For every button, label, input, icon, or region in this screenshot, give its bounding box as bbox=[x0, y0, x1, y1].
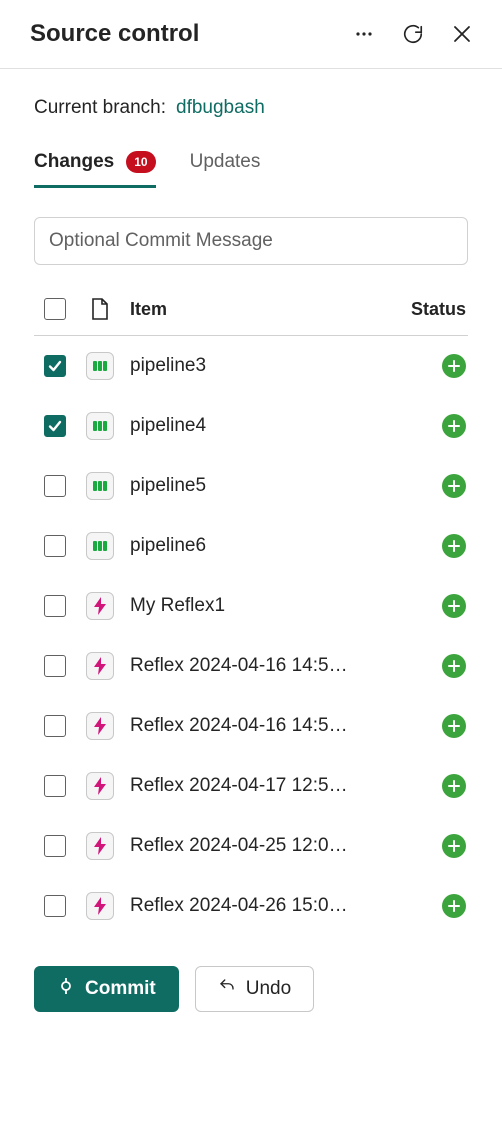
item-name: Reflex 2024-04-16 14:5… bbox=[124, 655, 402, 677]
row-checkbox[interactable] bbox=[44, 355, 66, 377]
table-row: Reflex 2024-04-26 15:0… bbox=[34, 876, 468, 936]
table-row: My Reflex1 bbox=[34, 576, 468, 636]
status-added-icon bbox=[442, 354, 466, 378]
status-added-icon bbox=[442, 774, 466, 798]
row-checkbox[interactable] bbox=[44, 595, 66, 617]
pipeline-icon bbox=[86, 472, 114, 500]
tab-updates[interactable]: Updates bbox=[190, 147, 261, 188]
undo-button-label: Undo bbox=[246, 978, 291, 1000]
status-added-icon bbox=[442, 894, 466, 918]
item-name: Reflex 2024-04-25 12:0… bbox=[124, 835, 402, 857]
pipeline-icon bbox=[86, 412, 114, 440]
header-actions bbox=[354, 23, 472, 45]
tabs: Changes 10 Updates bbox=[34, 147, 468, 189]
items-list: pipeline3 pipeline4 pipeline5 pipeline6 My R… bbox=[34, 336, 468, 936]
table-row: pipeline4 bbox=[34, 396, 468, 456]
item-name: pipeline5 bbox=[124, 475, 402, 497]
commit-button[interactable]: Commit bbox=[34, 966, 179, 1012]
more-icon[interactable] bbox=[354, 24, 374, 44]
reflex-icon bbox=[86, 652, 114, 680]
row-checkbox[interactable] bbox=[44, 775, 66, 797]
column-status-header: Status bbox=[402, 299, 468, 320]
item-name: pipeline4 bbox=[124, 415, 402, 437]
status-added-icon bbox=[442, 474, 466, 498]
item-name: pipeline3 bbox=[124, 355, 402, 377]
branch-name[interactable]: dfbugbash bbox=[176, 97, 265, 119]
status-added-icon bbox=[442, 594, 466, 618]
footer-actions: Commit Undo bbox=[34, 966, 468, 1012]
panel-header: Source control bbox=[0, 0, 502, 69]
table-row: pipeline5 bbox=[34, 456, 468, 516]
undo-button[interactable]: Undo bbox=[195, 966, 314, 1012]
row-checkbox[interactable] bbox=[44, 895, 66, 917]
tab-changes-label: Changes bbox=[34, 151, 114, 173]
commit-icon bbox=[57, 977, 75, 1001]
table-row: Reflex 2024-04-16 14:5… bbox=[34, 696, 468, 756]
row-checkbox[interactable] bbox=[44, 475, 66, 497]
tab-changes[interactable]: Changes 10 bbox=[34, 147, 156, 188]
item-name: My Reflex1 bbox=[124, 595, 402, 617]
reflex-icon bbox=[86, 712, 114, 740]
panel-title: Source control bbox=[30, 20, 354, 48]
reflex-icon bbox=[86, 832, 114, 860]
branch-row: Current branch: dfbugbash bbox=[34, 97, 468, 119]
table-row: Reflex 2024-04-25 12:0… bbox=[34, 816, 468, 876]
changes-count-badge: 10 bbox=[126, 151, 155, 173]
table-row: pipeline3 bbox=[34, 336, 468, 396]
file-icon bbox=[76, 297, 124, 321]
column-item-header: Item bbox=[124, 299, 402, 320]
reflex-icon bbox=[86, 592, 114, 620]
close-icon[interactable] bbox=[452, 24, 472, 44]
select-all-checkbox[interactable] bbox=[44, 298, 66, 320]
status-added-icon bbox=[442, 714, 466, 738]
item-name: Reflex 2024-04-17 12:5… bbox=[124, 775, 402, 797]
status-added-icon bbox=[442, 534, 466, 558]
reflex-icon bbox=[86, 892, 114, 920]
table-header: Item Status bbox=[34, 283, 468, 336]
table-row: pipeline6 bbox=[34, 516, 468, 576]
status-added-icon bbox=[442, 414, 466, 438]
row-checkbox[interactable] bbox=[44, 415, 66, 437]
row-checkbox[interactable] bbox=[44, 835, 66, 857]
table-row: Reflex 2024-04-17 12:5… bbox=[34, 756, 468, 816]
row-checkbox[interactable] bbox=[44, 535, 66, 557]
undo-icon bbox=[218, 977, 236, 1001]
commit-message-input[interactable] bbox=[34, 217, 468, 265]
table-row: Reflex 2024-04-16 14:5… bbox=[34, 636, 468, 696]
pipeline-icon bbox=[86, 352, 114, 380]
commit-button-label: Commit bbox=[85, 978, 156, 1000]
refresh-icon[interactable] bbox=[402, 23, 424, 45]
pipeline-icon bbox=[86, 532, 114, 560]
tab-updates-label: Updates bbox=[190, 151, 261, 173]
status-added-icon bbox=[442, 654, 466, 678]
row-checkbox[interactable] bbox=[44, 715, 66, 737]
item-name: pipeline6 bbox=[124, 535, 402, 557]
item-name: Reflex 2024-04-16 14:5… bbox=[124, 715, 402, 737]
item-name: Reflex 2024-04-26 15:0… bbox=[124, 895, 402, 917]
reflex-icon bbox=[86, 772, 114, 800]
branch-label: Current branch: bbox=[34, 97, 166, 119]
row-checkbox[interactable] bbox=[44, 655, 66, 677]
status-added-icon bbox=[442, 834, 466, 858]
